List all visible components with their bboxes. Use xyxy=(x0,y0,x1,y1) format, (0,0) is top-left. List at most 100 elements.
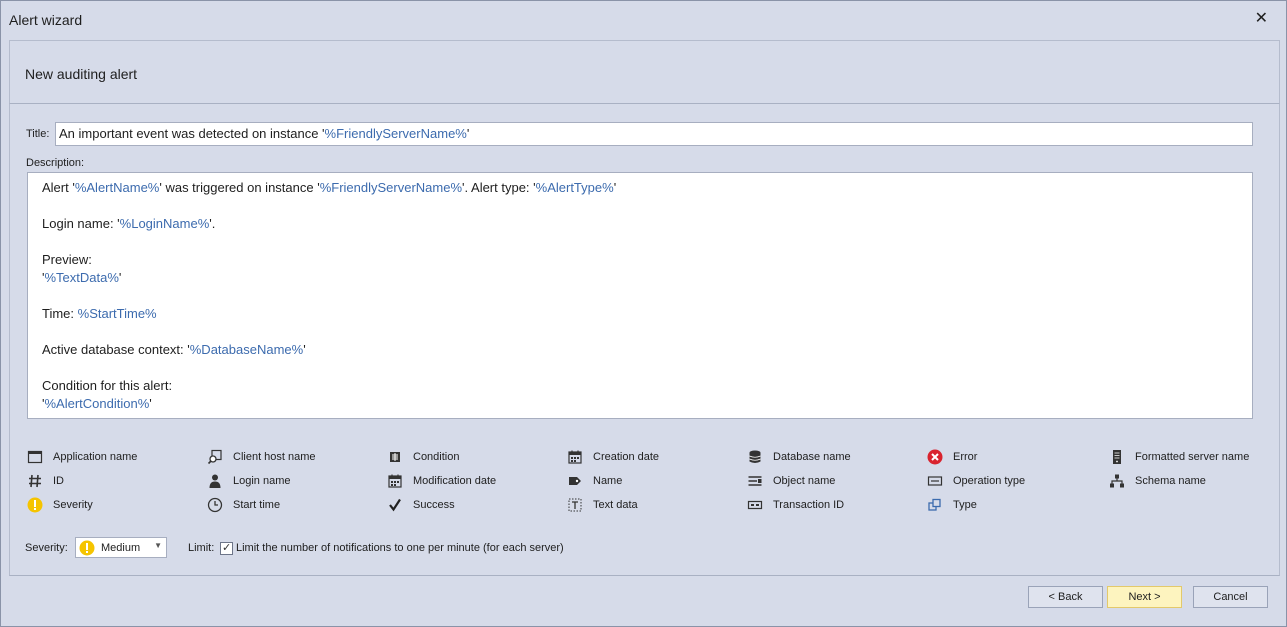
legend-label: Modification date xyxy=(413,475,497,487)
title-text: An important event was detected on insta… xyxy=(59,126,325,141)
description-textarea[interactable]: Alert '%AlertName%' was triggered on ins… xyxy=(27,172,1253,419)
tag-icon xyxy=(567,473,583,489)
template-variable: %AlertCondition% xyxy=(44,396,150,411)
legend-label: Type xyxy=(953,499,977,511)
description-text: ' xyxy=(149,396,152,411)
wizard-header: New auditing alert xyxy=(9,40,1280,104)
legend-item-type[interactable]: Type xyxy=(927,496,977,514)
legend-label: Database name xyxy=(773,451,851,463)
severity-value: Medium xyxy=(101,541,141,554)
transaction-icon xyxy=(747,497,763,513)
template-variable: %StartTime% xyxy=(77,306,157,321)
legend-item-client-host-name[interactable]: Client host name xyxy=(207,448,316,466)
object-icon xyxy=(747,473,763,489)
user-icon xyxy=(207,473,223,489)
legend-label: Severity xyxy=(53,499,93,511)
cancel-button[interactable]: Cancel xyxy=(1193,586,1268,608)
next-button[interactable]: Next > xyxy=(1107,586,1182,608)
error-icon xyxy=(927,449,943,465)
legend-item-application-name[interactable]: Application name xyxy=(27,448,137,466)
description-text: Alert ' xyxy=(42,180,75,195)
legend-label: Success xyxy=(413,499,455,511)
legend-item-text-data[interactable]: Text data xyxy=(567,496,638,514)
description-label: Description: xyxy=(26,157,85,169)
severity-dropdown[interactable]: Medium ▼ xyxy=(75,537,167,558)
description-line: '%AlertCondition%' xyxy=(42,395,1238,413)
legend-item-formatted-server-name[interactable]: Formatted server name xyxy=(1109,448,1249,466)
back-button[interactable]: < Back xyxy=(1028,586,1103,608)
legend-label: Text data xyxy=(593,499,638,511)
legend-label: Condition xyxy=(413,451,460,463)
legend-label: Name xyxy=(593,475,623,487)
limit-label: Limit: xyxy=(188,542,215,554)
legend-label: Client host name xyxy=(233,451,316,463)
page-title: New auditing alert xyxy=(25,66,138,82)
legend-item-name[interactable]: Name xyxy=(567,472,622,490)
description-line: Preview: xyxy=(42,251,1238,269)
host-search-icon xyxy=(207,449,223,465)
description-text: ' was triggered on instance ' xyxy=(159,180,320,195)
operation-icon xyxy=(927,473,943,489)
legend-item-creation-date[interactable]: Creation date xyxy=(567,448,659,466)
description-text: Login name: ' xyxy=(42,216,120,231)
legend-item-condition[interactable]: Condition xyxy=(387,448,459,466)
legend-label: Login name xyxy=(233,475,291,487)
description-text: Preview: xyxy=(42,252,92,267)
description-line xyxy=(42,323,1238,341)
legend-item-schema-name[interactable]: Schema name xyxy=(1109,472,1206,490)
hash-icon xyxy=(27,473,43,489)
database-icon xyxy=(747,449,763,465)
window-title: Alert wizard xyxy=(9,12,83,28)
description-line: Login name: '%LoginName%'. xyxy=(42,215,1238,233)
template-variable: %FriendlyServerName% xyxy=(319,180,463,195)
template-variable: %DatabaseName% xyxy=(189,342,304,357)
warning-icon xyxy=(27,497,43,513)
description-text: ' xyxy=(118,270,122,285)
warning-icon xyxy=(79,540,95,556)
description-text: Active database context: ' xyxy=(42,342,190,357)
template-variable: %AlertType% xyxy=(535,180,614,195)
description-line xyxy=(42,233,1238,251)
legend-label: Formatted server name xyxy=(1135,451,1250,463)
legend-item-object-name[interactable]: Object name xyxy=(747,472,835,490)
description-text: Time: xyxy=(42,306,78,321)
legend-item-id[interactable]: ID xyxy=(27,472,64,490)
template-variable: %LoginName% xyxy=(119,216,210,231)
legend-item-success[interactable]: Success xyxy=(387,496,455,514)
description-line xyxy=(42,359,1238,377)
checkmark-icon xyxy=(387,497,403,513)
type-icon xyxy=(927,497,943,513)
schema-icon xyxy=(1109,473,1125,489)
description-text: ' xyxy=(613,180,617,195)
close-icon[interactable]: ✕ xyxy=(1255,10,1268,28)
description-text: '. Alert type: ' xyxy=(462,180,536,195)
title-text: ' xyxy=(466,126,470,141)
description-line: '%TextData%' xyxy=(42,269,1238,287)
description-line: Active database context: '%DatabaseName%… xyxy=(42,341,1238,359)
server-icon xyxy=(1109,449,1125,465)
text-data-icon xyxy=(567,497,583,513)
description-line xyxy=(42,197,1238,215)
legend-label: Application name xyxy=(53,451,138,463)
limit-checkbox-label[interactable]: Limit the number of notifications to one… xyxy=(236,542,564,554)
legend-item-transaction-id[interactable]: Transaction ID xyxy=(747,496,844,514)
description-text: ' xyxy=(303,342,306,357)
legend-label: Start time xyxy=(233,499,281,511)
legend-item-database-name[interactable]: Database name xyxy=(747,448,851,466)
severity-label: Severity: xyxy=(25,542,68,554)
legend-item-operation-type[interactable]: Operation type xyxy=(927,472,1025,490)
legend-item-severity[interactable]: Severity xyxy=(27,496,93,514)
legend-item-modification-date[interactable]: Modification date xyxy=(387,472,496,490)
legend-label: Object name xyxy=(773,475,836,487)
calendar-icon xyxy=(567,449,583,465)
chevron-down-icon: ▼ xyxy=(154,541,162,550)
legend-item-start-time[interactable]: Start time xyxy=(207,496,280,514)
template-variable: %AlertName% xyxy=(74,180,160,195)
legend-item-error[interactable]: Error xyxy=(927,448,977,466)
description-line: Condition for this alert: xyxy=(42,377,1238,395)
description-line: Alert '%AlertName%' was triggered on ins… xyxy=(42,179,1238,197)
limit-checkbox[interactable]: ✓ xyxy=(220,542,233,555)
legend-item-login-name[interactable]: Login name xyxy=(207,472,291,490)
description-line: Time: %StartTime% xyxy=(42,305,1238,323)
title-input[interactable]: An important event was detected on insta… xyxy=(55,122,1253,146)
